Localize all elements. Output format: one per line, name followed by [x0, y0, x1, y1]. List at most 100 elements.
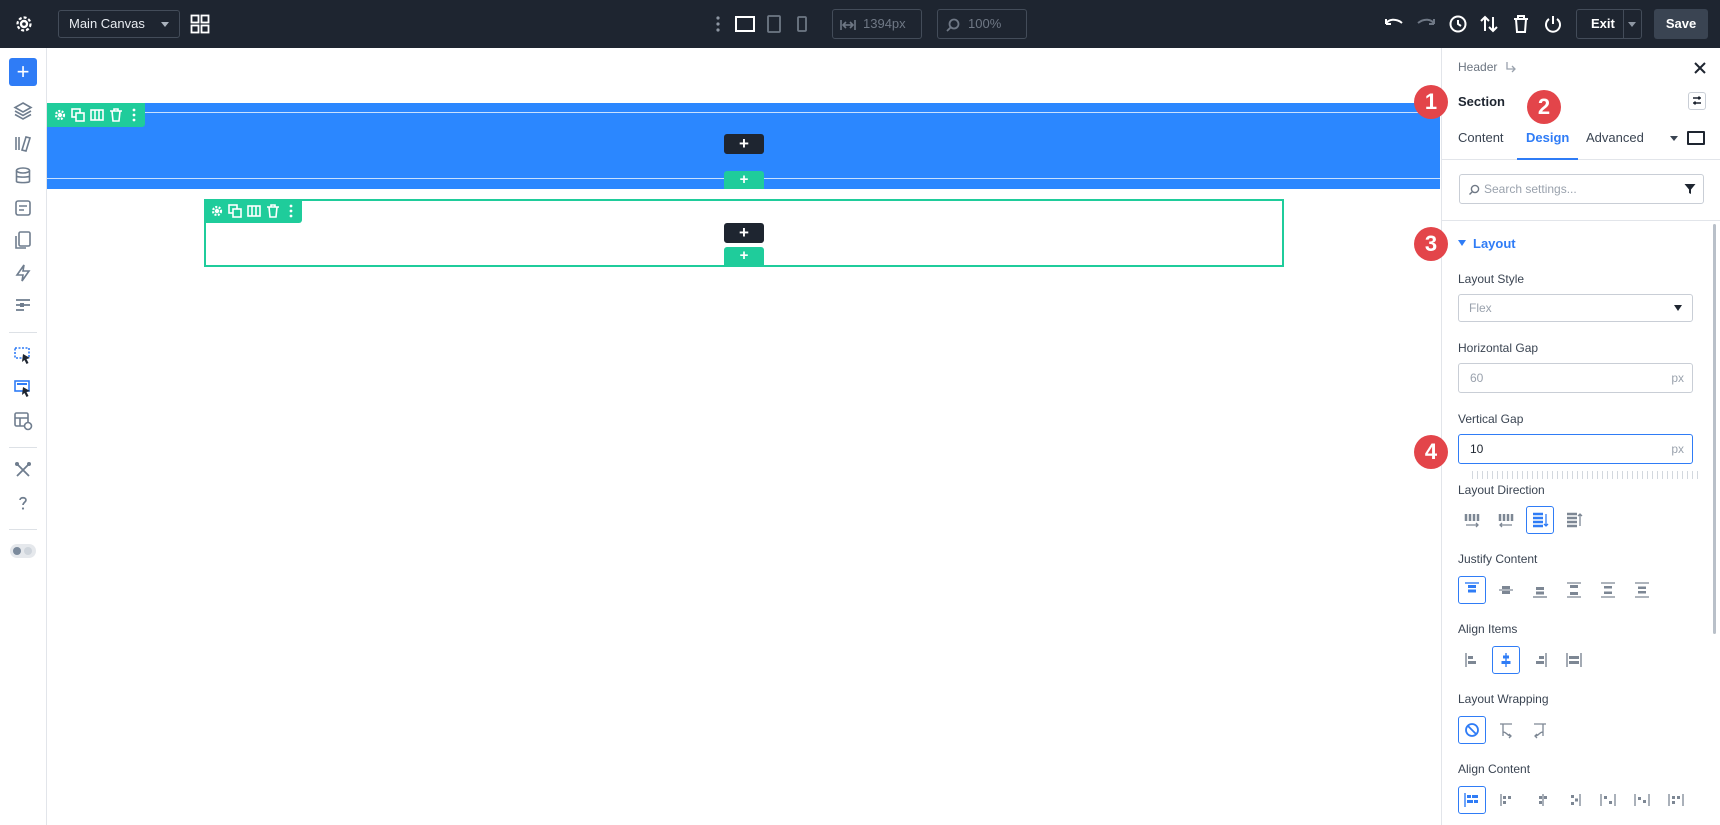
vertical-gap-slider[interactable]: [1472, 471, 1698, 479]
section-more-icon[interactable]: [127, 108, 141, 122]
filter-icon[interactable]: [1684, 183, 1696, 195]
wrap-reverse-option[interactable]: [1526, 716, 1554, 744]
align-content-start-option[interactable]: [1458, 786, 1486, 814]
horizontal-gap-unit[interactable]: px: [1671, 364, 1684, 392]
preset-sliders-icon[interactable]: [1688, 92, 1706, 110]
panel-scrollbar[interactable]: [1713, 224, 1716, 634]
direction-row-option[interactable]: [1458, 506, 1486, 534]
trash-icon[interactable]: [1509, 12, 1533, 36]
canvas-width-field[interactable]: 1394px: [832, 9, 922, 39]
breadcrumb[interactable]: Header: [1458, 60, 1517, 74]
justify-space-around-option[interactable]: [1594, 576, 1622, 604]
caret-down-icon: [1458, 240, 1466, 246]
section-settings-icon[interactable]: [53, 108, 67, 122]
horizontal-gap-input[interactable]: 60 px: [1458, 363, 1693, 393]
settings-gear-icon[interactable]: [12, 12, 36, 36]
align-content-stretch-icon: [1668, 794, 1684, 806]
canvas-select[interactable]: Main Canvas: [58, 10, 180, 38]
align-content-stretch-option[interactable]: [1662, 786, 1690, 814]
style-guide-icon[interactable]: [12, 294, 34, 316]
add-module-button[interactable]: +: [724, 223, 764, 243]
vertical-gap-input[interactable]: 10 px: [1458, 434, 1693, 464]
tab-content[interactable]: Content: [1458, 116, 1504, 160]
layout-group-toggle[interactable]: Layout: [1458, 236, 1516, 251]
align-content-between-option[interactable]: [1560, 786, 1588, 814]
align-content-around-option[interactable]: [1594, 786, 1622, 814]
left-toolbar-divider-2: [9, 447, 37, 448]
no-wrap-option[interactable]: [1458, 716, 1486, 744]
builder-canvas[interactable]: + + + +: [47, 48, 1440, 825]
lightning-icon[interactable]: [12, 262, 34, 284]
wrap-option[interactable]: [1492, 716, 1520, 744]
add-row-below-button[interactable]: +: [724, 247, 764, 265]
dark-mode-toggle[interactable]: [10, 544, 36, 558]
grid-layout-icon[interactable]: [190, 14, 210, 34]
row-delete-icon[interactable]: [266, 204, 280, 218]
empty-row[interactable]: + +: [204, 199, 1284, 267]
row-more-icon[interactable]: [284, 204, 298, 218]
tablet-view-icon[interactable]: [762, 12, 786, 36]
vertical-gap-unit[interactable]: px: [1671, 435, 1684, 463]
history-clock-icon[interactable]: [1446, 12, 1470, 36]
search-input[interactable]: [1484, 181, 1664, 197]
left-toolbar-divider-3: [9, 529, 37, 530]
align-stretch-option[interactable]: [1560, 646, 1588, 674]
row-columns-icon[interactable]: [247, 204, 261, 218]
direction-column-option[interactable]: [1526, 506, 1554, 534]
add-element-button[interactable]: +: [9, 58, 37, 86]
tools-icon[interactable]: [12, 459, 34, 481]
pages-icon[interactable]: [12, 229, 34, 251]
layout-settings-icon[interactable]: [12, 410, 34, 432]
section-duplicate-icon[interactable]: [71, 108, 85, 122]
database-icon[interactable]: [12, 165, 34, 187]
multi-select-cursor-icon[interactable]: [12, 378, 34, 400]
undo-icon[interactable]: [1382, 12, 1406, 36]
close-icon[interactable]: [1692, 60, 1708, 76]
row-duplicate-icon[interactable]: [228, 204, 242, 218]
justify-end-option[interactable]: [1526, 576, 1554, 604]
library-icon[interactable]: [12, 132, 34, 154]
exit-chevron-down-icon[interactable]: [1628, 22, 1636, 27]
align-content-end-option[interactable]: [1526, 786, 1554, 814]
zoom-field[interactable]: 100%: [937, 9, 1027, 39]
add-section-button[interactable]: +: [724, 171, 764, 189]
row-settings-icon[interactable]: [210, 204, 224, 218]
select-cursor-icon[interactable]: [12, 345, 34, 367]
justify-space-evenly-option[interactable]: [1628, 576, 1656, 604]
direction-row-reverse-option[interactable]: [1492, 506, 1520, 534]
left-toolbar: +: [0, 48, 47, 825]
align-content-label: Align Content: [1458, 762, 1531, 776]
exit-button[interactable]: Exit: [1576, 9, 1642, 39]
align-content-center-option[interactable]: [1492, 786, 1520, 814]
align-center-option[interactable]: [1492, 646, 1520, 674]
desktop-view-icon[interactable]: [733, 12, 757, 36]
left-toolbar-divider: [9, 332, 37, 333]
power-icon[interactable]: [1541, 12, 1565, 36]
align-content-evenly-option[interactable]: [1628, 786, 1656, 814]
section-columns-icon[interactable]: [90, 108, 104, 122]
align-end-option[interactable]: [1526, 646, 1554, 674]
more-vertical-icon[interactable]: [706, 12, 730, 36]
layout-style-select[interactable]: Flex: [1458, 294, 1693, 322]
save-button[interactable]: Save: [1654, 9, 1708, 39]
header-section[interactable]: + +: [47, 103, 1440, 189]
direction-column-reverse-option[interactable]: [1560, 506, 1588, 534]
justify-content-label: Justify Content: [1458, 552, 1538, 566]
add-row-button[interactable]: +: [724, 134, 764, 154]
align-items-label: Align Items: [1458, 622, 1518, 636]
tabs-chevron-down-icon[interactable]: [1670, 136, 1678, 141]
tab-advanced[interactable]: Advanced: [1586, 116, 1644, 160]
phone-view-icon[interactable]: [790, 12, 814, 36]
justify-start-option[interactable]: [1458, 576, 1486, 604]
justify-space-between-option[interactable]: [1560, 576, 1588, 604]
redo-icon[interactable]: [1414, 12, 1438, 36]
forms-icon[interactable]: [12, 197, 34, 219]
sort-arrows-icon[interactable]: [1477, 12, 1501, 36]
desktop-breakpoint-icon[interactable]: [1687, 131, 1705, 145]
zoom-search-icon: [946, 18, 960, 32]
help-icon[interactable]: [12, 492, 34, 514]
justify-center-option[interactable]: [1492, 576, 1520, 604]
section-delete-icon[interactable]: [109, 108, 123, 122]
layers-icon[interactable]: [12, 100, 34, 122]
align-start-option[interactable]: [1458, 646, 1486, 674]
